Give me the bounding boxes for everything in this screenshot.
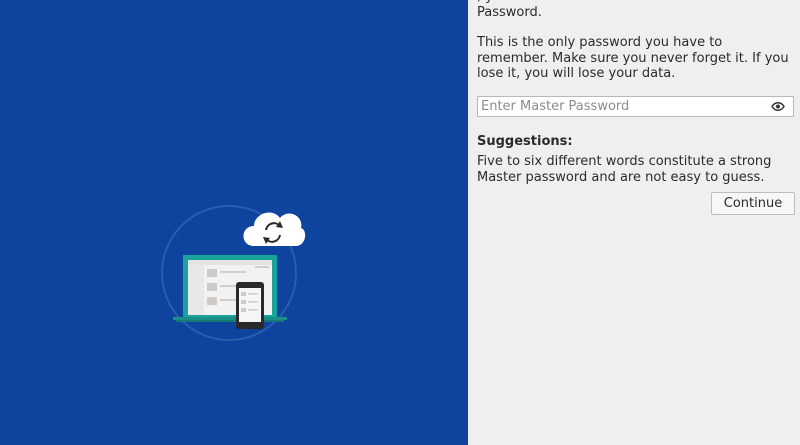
password-warning-text: This is the only password you have to re…: [477, 35, 789, 81]
continue-button[interactable]: Continue: [711, 192, 795, 215]
setup-form-panel: , y Password. This is the only password …: [468, 0, 800, 445]
suggestions-heading: Suggestions:: [477, 134, 573, 149]
cloud-sync-icon: [243, 212, 306, 246]
master-password-input[interactable]: [478, 97, 766, 116]
illustration-panel: [0, 0, 468, 445]
intro-text: , y Password.: [477, 0, 542, 20]
laptop-icon: [173, 255, 287, 322]
eye-icon[interactable]: [771, 101, 785, 112]
master-password-field[interactable]: [477, 96, 794, 117]
sync-devices-illustration: [161, 205, 306, 341]
suggestions-text: Five to six different words constitute a…: [477, 154, 772, 185]
phone-icon: [236, 282, 264, 329]
